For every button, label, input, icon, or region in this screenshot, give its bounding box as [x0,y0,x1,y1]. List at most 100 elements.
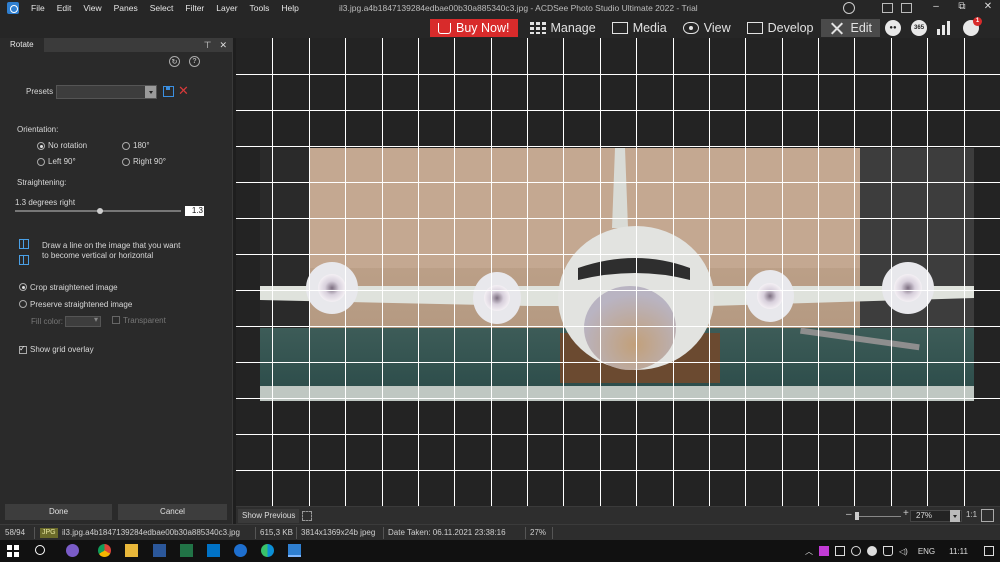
menu-tools[interactable]: Tools [244,3,276,13]
mode-view-button[interactable]: View [675,19,739,37]
mode-edit-button[interactable]: Edit [821,19,881,37]
file-explorer-icon[interactable] [125,544,138,557]
window-title: il3.jpg.a4b1847139284edbae00b30a885340c3… [339,3,698,13]
close-button[interactable]: ✕ [982,1,994,12]
radio-no-rotation[interactable] [37,142,45,150]
radio-right-90[interactable] [122,158,130,166]
vertical-line-tool-icon[interactable] [19,239,29,249]
tray-wifi-icon[interactable] [882,546,893,556]
word-icon[interactable] [153,544,166,557]
save-preset-icon[interactable] [163,86,174,97]
right-90-label: Right 90° [133,157,166,166]
right-pane-toggle-icon[interactable] [901,3,912,13]
mode-manage-button[interactable]: Manage [522,19,604,37]
tray-sync-icon[interactable] [850,546,861,556]
status-date-taken: Date Taken: 06.11.2021 23:38:16 [388,528,506,537]
dashboard-chart-icon[interactable] [937,21,953,35]
transparent-checkbox[interactable] [112,316,120,324]
tray-chevron-icon[interactable]: ︿ [805,546,813,557]
user-account-icon[interactable] [843,2,855,14]
transparent-label: Transparent [123,316,166,325]
windows-taskbar: ︿ ◁) ENG 11:11 [0,540,1000,562]
minimize-button[interactable]: – [930,1,942,12]
tray-clock[interactable]: 11:11 [949,547,968,556]
menu-layer[interactable]: Layer [210,3,243,13]
cancel-button[interactable]: Cancel [118,504,227,520]
people-icon[interactable]: ●● [885,20,902,36]
show-previous-button[interactable]: Show Previous [238,509,300,523]
cortana-icon[interactable] [66,544,79,557]
action-center-icon[interactable] [984,546,994,556]
panel-close-icon[interactable]: ✕ [219,40,227,51]
file-counter: 58/94 [5,528,26,537]
tray-window-icon[interactable] [834,546,845,556]
tray-language[interactable]: ENG [918,547,935,556]
internet-explorer-icon[interactable] [234,544,247,557]
zoom-out-icon[interactable]: – [846,509,852,520]
preserve-straightened-label: Preserve straightened image [30,300,133,309]
grid-overlay [236,38,1000,506]
pin-icon[interactable]: ⊤ [204,40,212,51]
menu-edit[interactable]: Edit [51,3,78,13]
mode-media-button[interactable]: Media [604,19,675,37]
services-365-icon[interactable]: 365 [911,20,928,36]
menu-file[interactable]: File [25,3,51,13]
radio-180[interactable] [122,142,130,150]
photo-library-icon [611,22,628,34]
delete-preset-icon[interactable]: ✕ [178,83,189,99]
edit-label: Edit [850,21,873,35]
presets-dropdown[interactable] [56,85,157,99]
menu-select[interactable]: Select [144,3,180,13]
restore-button[interactable]: ⧉ [956,1,968,12]
windows-start-icon[interactable] [7,545,19,557]
chrome-icon[interactable] [98,544,111,557]
draw-line-text-2: to become vertical or horizontal [42,251,154,260]
radio-crop-straightened[interactable] [19,283,27,291]
manage-label: Manage [550,21,596,35]
zoom-slider-thumb[interactable] [855,512,859,520]
menu-help[interactable]: Help [275,3,304,13]
menu-panes[interactable]: Panes [108,3,144,13]
horizontal-line-tool-icon[interactable] [19,255,29,265]
show-grid-label: Show grid overlay [30,345,94,354]
menu-view[interactable]: View [77,3,107,13]
tab-rotate[interactable]: Rotate [0,38,44,52]
radio-preserve-straightened[interactable] [19,300,27,308]
zoom-fit-icon[interactable] [981,509,994,522]
notifications-icon[interactable]: 1 [963,17,983,36]
outlook-icon[interactable] [207,544,220,557]
edge-icon[interactable] [261,544,274,557]
fill-color-picker[interactable] [65,315,101,327]
show-grid-checkbox[interactable] [19,344,27,354]
image-canvas[interactable] [236,38,1000,506]
panel-header: Rotate ⊤ ✕ [0,38,232,52]
fullscreen-icon[interactable] [302,511,312,521]
buy-now-button[interactable]: Buy Now! [430,19,518,37]
reset-icon[interactable]: ↻ [169,56,180,67]
done-button[interactable]: Done [5,504,112,520]
tray-network-icon[interactable] [866,546,877,556]
zoom-actual-size-button[interactable]: 1:1 [966,510,977,519]
window-controls: – ⧉ ✕ [930,1,994,12]
status-zoom: 27% [530,528,547,537]
radio-left-90[interactable] [37,158,45,166]
menu-filter[interactable]: Filter [179,3,210,13]
zoom-slider[interactable] [856,516,901,517]
straighten-value-input[interactable] [185,206,204,216]
left-pane-toggle-icon[interactable] [882,3,893,13]
zoom-dropdown-icon[interactable] [950,510,960,522]
straighten-slider-thumb[interactable] [97,208,103,214]
mode-develop-button[interactable]: Develop [739,19,822,37]
canvas-toolbar: Show Previous – + 1:1 [236,506,1000,524]
tray-app-icon[interactable] [818,546,829,556]
help-icon[interactable]: ? [189,56,200,67]
app-logo-icon [7,2,19,14]
tray-volume-icon[interactable]: ◁) [899,547,908,556]
develop-label: Develop [767,21,814,35]
search-icon[interactable] [35,545,45,555]
develop-icon [746,22,763,34]
excel-icon[interactable] [180,544,193,557]
zoom-in-icon[interactable]: + [903,508,909,519]
acdsee-taskbar-icon[interactable] [288,544,301,557]
status-dimensions: 3814x1369x24b jpeg [301,528,376,537]
